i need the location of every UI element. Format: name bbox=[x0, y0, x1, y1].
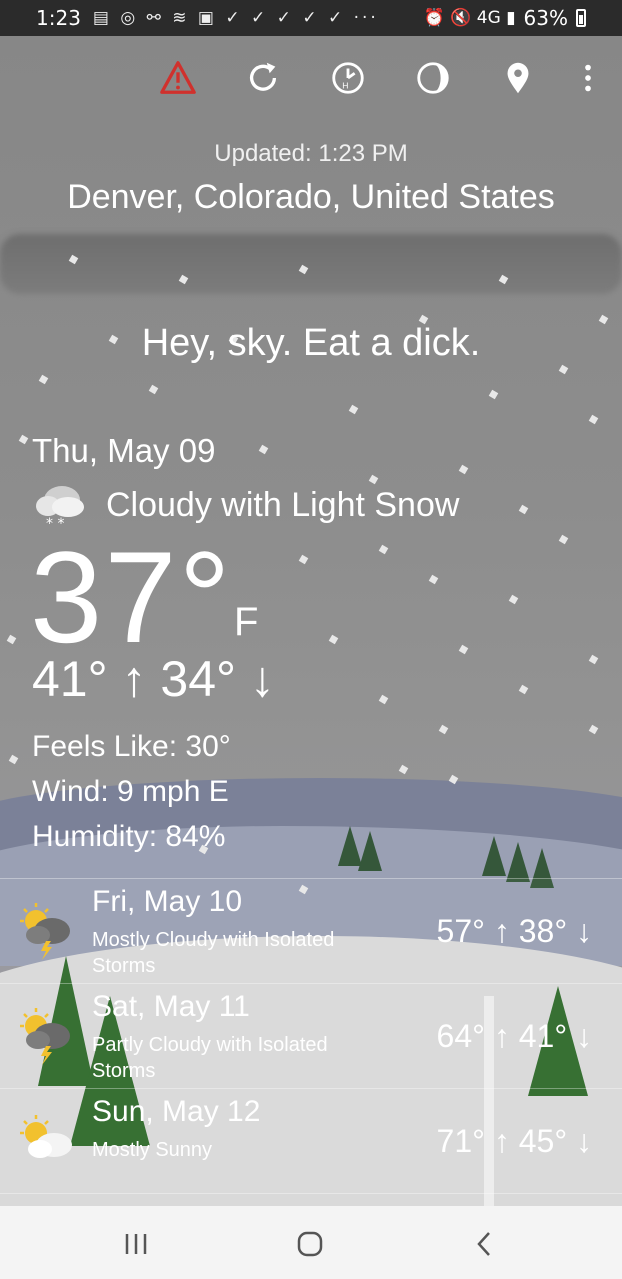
sun-cloud-storm-icon bbox=[20, 1008, 70, 1065]
snowflake bbox=[258, 444, 269, 455]
moon-phase-icon[interactable] bbox=[413, 56, 453, 100]
forecast-row[interactable]: Sat, May 11 Partly Cloudy with Isolated … bbox=[0, 983, 622, 1088]
alert-icon[interactable] bbox=[158, 56, 198, 100]
snowflake bbox=[148, 384, 159, 395]
tree-icon bbox=[358, 831, 382, 871]
weather-tagline: Hey, sky. Eat a dick. bbox=[141, 322, 481, 364]
snowflake bbox=[488, 389, 499, 400]
temperature-unit[interactable]: F bbox=[234, 600, 258, 645]
snowflake bbox=[348, 404, 359, 415]
forecast-date: Fri, May 10 bbox=[92, 885, 243, 918]
snowflake bbox=[558, 534, 569, 545]
sun-cloud-icon bbox=[20, 1115, 72, 1158]
cloud-band bbox=[0, 234, 622, 294]
snowflake bbox=[398, 764, 409, 775]
snowflake bbox=[328, 634, 339, 645]
snowflake bbox=[458, 464, 469, 475]
forecast-date: Sun, May 12 bbox=[92, 1095, 261, 1128]
tree-icon bbox=[482, 836, 506, 876]
snowflake bbox=[518, 504, 529, 515]
status-time: 1:23 bbox=[36, 6, 81, 30]
forecast-temps: 64° ↑ 41° ↓ bbox=[436, 1018, 592, 1054]
system-icons: ⏰ 🔇 4G ▮ bbox=[423, 8, 516, 28]
forecast-row[interactable]: Sun, May 12 Mostly Sunny 71° ↑ 45° ↓ bbox=[0, 1088, 622, 1194]
status-bar: 1:23 ▤ ◎ ⚯ ≋ ▣ ✓ ✓ ✓ ✓ ✓ ··· ⏰ 🔇 4G ▮ 63… bbox=[0, 0, 622, 36]
battery-icon bbox=[576, 9, 586, 27]
snowflake bbox=[38, 374, 49, 385]
snowflake bbox=[428, 574, 439, 585]
notification-icons: ▤ ◎ ⚯ ≋ ▣ ✓ ✓ ✓ ✓ ✓ ··· bbox=[92, 8, 379, 28]
location-pin-icon[interactable] bbox=[498, 56, 538, 100]
snowflake bbox=[6, 634, 17, 645]
forecast-temps: 57° ↑ 38° ↓ bbox=[436, 913, 592, 949]
snowflake bbox=[378, 544, 389, 555]
system-nav-bar bbox=[0, 1206, 622, 1279]
snowflake bbox=[558, 364, 569, 375]
snowflake bbox=[18, 434, 29, 445]
current-date: Thu, May 09 bbox=[32, 432, 216, 469]
snowflake bbox=[588, 724, 599, 735]
home-button[interactable] bbox=[286, 1226, 334, 1262]
snowflake bbox=[8, 754, 19, 765]
forecast-temps: 71° ↑ 45° ↓ bbox=[436, 1123, 592, 1159]
forecast-desc: Mostly Sunny bbox=[92, 1139, 213, 1161]
forecast-desc: Partly Cloudy with Isolated Storms bbox=[92, 1034, 328, 1082]
forecast-row[interactable]: Fri, May 10 Mostly Cloudy with Isolated … bbox=[0, 878, 622, 983]
recent-apps-button[interactable] bbox=[112, 1226, 160, 1262]
home-icon bbox=[297, 1231, 323, 1257]
snowflake bbox=[378, 694, 389, 705]
snowflake bbox=[298, 554, 309, 565]
wind: Wind: 9 mph E bbox=[32, 775, 229, 808]
toolbar: H bbox=[0, 56, 622, 102]
snowflake bbox=[458, 644, 469, 655]
snowflake bbox=[588, 414, 599, 425]
details: Feels Like: 30° Wind: 9 mph E Humidity: … bbox=[32, 724, 231, 859]
snowflake bbox=[508, 594, 519, 605]
back-icon bbox=[477, 1232, 490, 1256]
snowflake bbox=[438, 724, 449, 735]
recent-apps-icon bbox=[125, 1234, 147, 1254]
updated-time: Updated: 1:23 PM bbox=[214, 140, 408, 167]
status-right: ⏰ 🔇 4G ▮ 63% bbox=[424, 0, 586, 36]
battery-percent: 63% bbox=[523, 6, 568, 30]
svg-text:H: H bbox=[342, 80, 348, 90]
snowflake bbox=[588, 654, 599, 665]
forecast-list: Fri, May 10 Mostly Cloudy with Isolated … bbox=[0, 878, 622, 1194]
condition-text: Cloudy with Light Snow bbox=[106, 485, 460, 524]
more-vert-icon[interactable] bbox=[568, 56, 608, 100]
snowflake bbox=[518, 684, 529, 695]
back-button[interactable] bbox=[460, 1226, 508, 1262]
forecast-desc: Mostly Cloudy with Isolated Storms bbox=[92, 929, 335, 977]
high-low: 41° ↑ 34° ↓ bbox=[32, 651, 275, 707]
forecast-date: Sat, May 11 bbox=[92, 990, 250, 1023]
feels-like: Feels Like: 30° bbox=[32, 730, 231, 763]
hourly-clock-icon[interactable]: H bbox=[328, 56, 368, 100]
refresh-icon[interactable] bbox=[243, 56, 283, 100]
humidity: Humidity: 84% bbox=[32, 820, 226, 853]
tree-icon bbox=[506, 842, 530, 882]
location-title[interactable]: Denver, Colorado, United States bbox=[0, 178, 622, 217]
sun-cloud-storm-icon bbox=[20, 903, 70, 960]
